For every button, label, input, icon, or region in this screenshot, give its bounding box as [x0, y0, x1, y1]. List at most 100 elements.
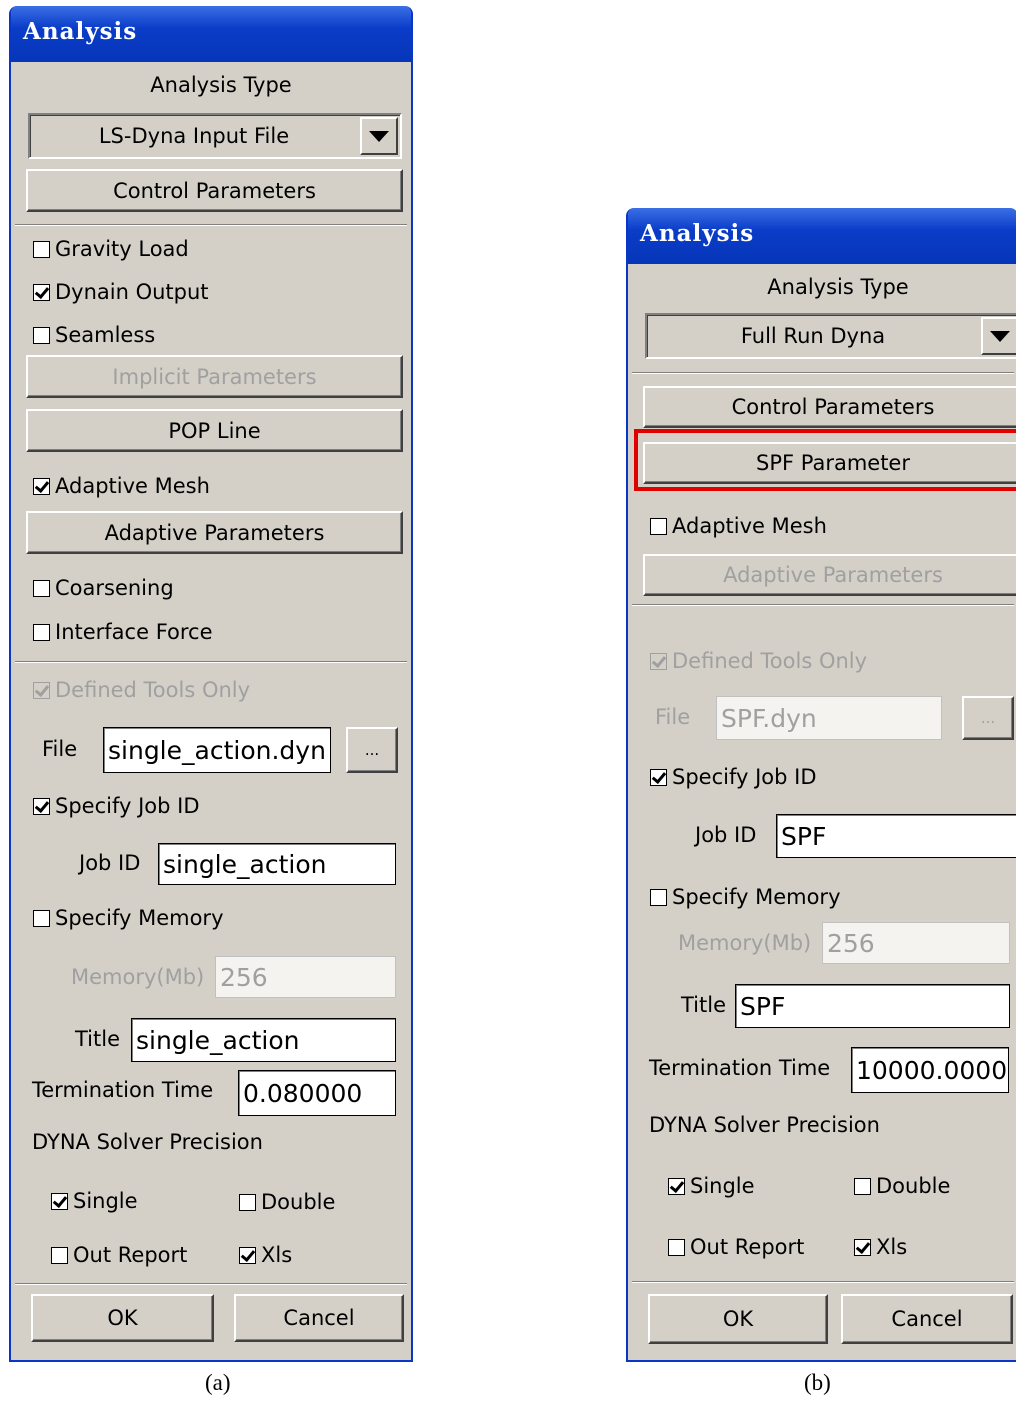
memory-label: Memory(Mb) — [71, 965, 205, 989]
analysis-type-value: Full Run Dyna — [740, 324, 886, 348]
termination-time-input[interactable]: 10000.0000 — [851, 1047, 1009, 1093]
solver-precision-label: DYNA Solver Precision — [32, 1130, 263, 1154]
checkbox-box — [33, 909, 50, 927]
memory-label: Memory(Mb) — [678, 931, 812, 955]
out-report-label: Out Report — [690, 1235, 805, 1259]
single-checkbox[interactable]: Single — [51, 1189, 138, 1213]
specify-job-id-label: Specify Job ID — [672, 765, 817, 789]
adaptive-parameters-button[interactable]: Adaptive Parameters — [26, 511, 403, 554]
checkbox-box — [239, 1193, 256, 1211]
memory-input[interactable]: 256 — [822, 922, 1010, 964]
single-checkbox[interactable]: Single — [668, 1174, 755, 1198]
spf-parameter-button[interactable]: SPF Parameter — [643, 442, 1016, 484]
title-input[interactable]: single_action — [131, 1018, 396, 1062]
seamless-checkbox[interactable]: Seamless — [33, 323, 155, 347]
checkbox-box — [854, 1177, 871, 1195]
adaptive-mesh-checkbox[interactable]: Adaptive Mesh — [33, 474, 210, 498]
adaptive-mesh-checkbox[interactable]: Adaptive Mesh — [650, 514, 827, 538]
interface-force-checkbox[interactable]: Interface Force — [33, 620, 213, 644]
checkbox-box — [668, 1238, 685, 1256]
checkbox-box — [33, 240, 50, 258]
caption-a: (a) — [205, 1370, 231, 1395]
browse-file-button[interactable]: ... — [962, 696, 1014, 740]
xls-checkbox[interactable]: Xls — [854, 1235, 907, 1259]
checkbox-box — [51, 1192, 68, 1210]
checkbox-box — [33, 797, 50, 815]
seamless-label: Seamless — [55, 323, 156, 347]
out-report-checkbox[interactable]: Out Report — [668, 1235, 804, 1259]
separator — [632, 372, 1014, 374]
checkbox-box — [33, 579, 50, 597]
double-label: Double — [876, 1174, 951, 1198]
specify-memory-checkbox[interactable]: Specify Memory — [650, 885, 841, 909]
checkbox-box — [668, 1177, 685, 1195]
title-label: Title — [681, 993, 727, 1017]
specify-memory-label: Specify Memory — [55, 906, 224, 930]
out-report-checkbox[interactable]: Out Report — [51, 1243, 187, 1267]
title-label: Title — [75, 1027, 121, 1051]
analysis-dialog-b: Analysis Analysis Type Full Run Dyna Con… — [626, 208, 1016, 1362]
analysis-type-select[interactable]: LS-Dyna Input File — [28, 113, 402, 159]
control-parameters-button[interactable]: Control Parameters — [26, 169, 403, 212]
double-checkbox[interactable]: Double — [854, 1174, 950, 1198]
dropdown-arrow-icon[interactable] — [981, 317, 1016, 355]
job-id-input[interactable]: single_action — [158, 843, 396, 885]
adaptive-mesh-label: Adaptive Mesh — [672, 514, 827, 538]
termination-time-input[interactable]: 0.080000 — [238, 1070, 396, 1116]
job-id-label: Job ID — [695, 823, 757, 847]
specify-job-id-checkbox[interactable]: Specify Job ID — [650, 765, 817, 789]
analysis-type-label: Analysis Type — [150, 73, 292, 97]
checkbox-box — [650, 517, 667, 535]
termination-time-label: Termination Time — [32, 1078, 214, 1102]
cancel-button[interactable]: Cancel — [841, 1294, 1013, 1344]
adaptive-parameters-button[interactable]: Adaptive Parameters — [643, 554, 1016, 596]
separator — [15, 1283, 407, 1285]
separator — [15, 224, 407, 226]
file-input[interactable]: single_action.dyn — [103, 727, 331, 773]
dropdown-arrow-icon[interactable] — [360, 117, 398, 155]
dialog-title: Analysis — [23, 18, 138, 45]
checkbox-box — [33, 477, 50, 495]
xls-label: Xls — [876, 1235, 908, 1259]
termination-time-label: Termination Time — [649, 1056, 831, 1080]
separator — [632, 604, 1014, 606]
checkbox-box — [650, 888, 667, 906]
specify-job-id-checkbox[interactable]: Specify Job ID — [33, 794, 200, 818]
specify-memory-label: Specify Memory — [672, 885, 841, 909]
analysis-dialog-a: Analysis Analysis Type LS-Dyna Input Fil… — [9, 6, 413, 1362]
checkbox-box — [33, 326, 50, 344]
file-input[interactable]: SPF.dyn — [716, 696, 942, 740]
single-label: Single — [73, 1189, 138, 1213]
separator — [15, 661, 407, 663]
specify-memory-checkbox[interactable]: Specify Memory — [33, 906, 224, 930]
gravity-load-checkbox[interactable]: Gravity Load — [33, 237, 189, 261]
dialog-title: Analysis — [640, 220, 755, 247]
caption-b: (b) — [804, 1370, 831, 1395]
ok-button[interactable]: OK — [31, 1294, 214, 1342]
cancel-button[interactable]: Cancel — [234, 1294, 404, 1342]
pop-line-button[interactable]: POP Line — [26, 409, 403, 452]
checkbox-box — [854, 1238, 871, 1256]
checkbox-box — [33, 283, 50, 301]
out-report-label: Out Report — [73, 1243, 188, 1267]
job-id-label: Job ID — [79, 851, 141, 875]
ok-button[interactable]: OK — [648, 1294, 828, 1344]
double-checkbox[interactable]: Double — [239, 1190, 335, 1214]
solver-precision-label: DYNA Solver Precision — [649, 1113, 880, 1137]
defined-tools-only-checkbox[interactable]: Defined Tools Only — [650, 649, 867, 673]
dynain-output-checkbox[interactable]: Dynain Output — [33, 280, 209, 304]
analysis-type-select[interactable]: Full Run Dyna — [645, 313, 1016, 359]
memory-input[interactable]: 256 — [215, 956, 396, 998]
control-parameters-button[interactable]: Control Parameters — [643, 386, 1016, 428]
title-input[interactable]: SPF — [735, 984, 1010, 1028]
browse-file-button[interactable]: ... — [346, 727, 398, 773]
coarsening-checkbox[interactable]: Coarsening — [33, 576, 174, 600]
defined-tools-only-checkbox[interactable]: Defined Tools Only — [33, 678, 250, 702]
xls-checkbox[interactable]: Xls — [239, 1243, 292, 1267]
xls-label: Xls — [261, 1243, 293, 1267]
implicit-parameters-button[interactable]: Implicit Parameters — [26, 355, 403, 398]
dialog-title-bar: Analysis — [11, 6, 411, 62]
checkbox-box — [33, 623, 50, 641]
job-id-input[interactable]: SPF — [776, 814, 1016, 858]
adaptive-mesh-label: Adaptive Mesh — [55, 474, 210, 498]
